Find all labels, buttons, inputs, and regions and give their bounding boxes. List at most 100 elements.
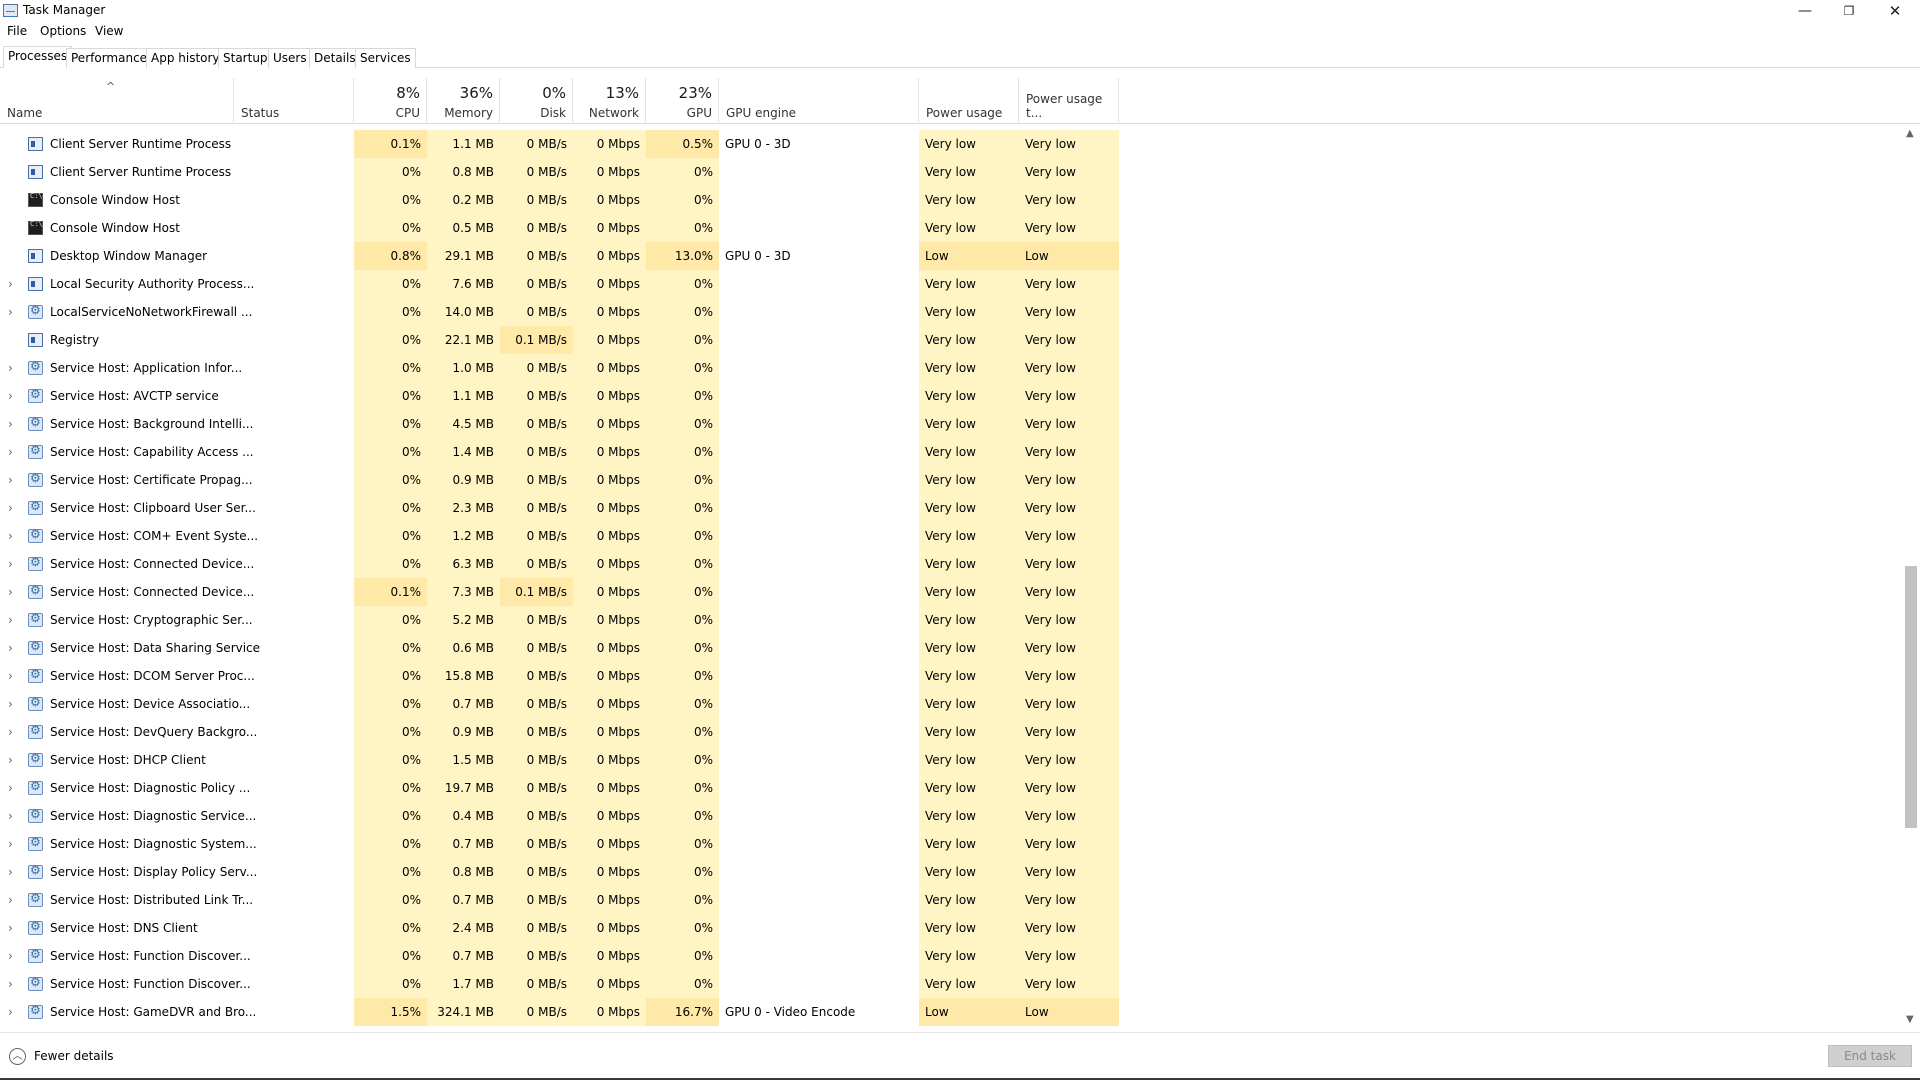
expand-chevron-icon[interactable]: › <box>8 410 13 438</box>
expand-chevron-icon[interactable]: › <box>8 746 13 774</box>
minimize-button[interactable]: — <box>1782 0 1828 22</box>
fewer-details-link[interactable]: Fewer details <box>34 1049 114 1063</box>
table-row[interactable]: ›Service Host: Function Discover...0%1.7… <box>0 970 1902 998</box>
tab-startup[interactable]: Startup <box>218 48 273 68</box>
table-row[interactable]: ›Service Host: AVCTP service0%1.1 MB0 MB… <box>0 382 1902 410</box>
column-cpu[interactable]: 8% CPU <box>354 78 427 124</box>
restore-button[interactable]: ❐ <box>1826 0 1872 22</box>
menu-options[interactable]: Options <box>40 24 86 38</box>
table-row[interactable]: ›Service Host: DCOM Server Proc...0%15.8… <box>0 662 1902 690</box>
expand-chevron-icon[interactable]: › <box>8 298 13 326</box>
expand-chevron-icon[interactable]: › <box>8 438 13 466</box>
table-row[interactable]: ›Service Host: DHCP Client0%1.5 MB0 MB/s… <box>0 746 1902 774</box>
close-button[interactable]: ✕ <box>1872 0 1918 22</box>
table-row[interactable]: Console Window Host0%0.2 MB0 MB/s0 Mbps0… <box>0 186 1902 214</box>
column-status[interactable]: Status <box>234 78 354 124</box>
expand-chevron-icon[interactable]: › <box>8 858 13 886</box>
table-row[interactable]: Client Server Runtime Process 0% 0.8 MB 0 M… <box>0 158 1902 186</box>
expand-chevron-icon[interactable]: › <box>8 942 13 970</box>
expand-chevron-icon[interactable]: › <box>8 774 13 802</box>
cell-power-trend: Very low <box>1019 802 1119 830</box>
expand-chevron-icon[interactable]: › <box>8 970 13 998</box>
table-row[interactable]: ›Service Host: Diagnostic System...0%0.7… <box>0 830 1902 858</box>
table-row[interactable]: ›Service Host: Function Discover...0%0.7… <box>0 942 1902 970</box>
table-row[interactable]: Desktop Window Manager 0.8% 29.1 MB 0 MB/s 0… <box>0 242 1902 270</box>
table-row[interactable]: ›Service Host: Connected Device...0%6.3 … <box>0 550 1902 578</box>
table-row[interactable]: ›Service Host: Device Associatio...0%0.7… <box>0 690 1902 718</box>
table-row[interactable]: ›Service Host: Data Sharing Service0%0.6… <box>0 634 1902 662</box>
expand-chevron-icon[interactable]: › <box>8 886 13 914</box>
table-row[interactable]: ›Service Host: Certificate Propag...0%0.… <box>0 466 1902 494</box>
table-row[interactable]: › Service Host: Connected Device... 0.1%7.… <box>0 578 1902 606</box>
expand-chevron-icon[interactable]: › <box>8 830 13 858</box>
expand-chevron-icon[interactable]: › <box>8 662 13 690</box>
cell-network: 0 Mbps <box>573 550 646 578</box>
menu-file[interactable]: File <box>7 24 27 38</box>
table-row[interactable]: Registry 0% 22.1 MB 0.1 MB/s 0 Mbps 0% Very lo… <box>0 326 1902 354</box>
expand-chevron-icon[interactable]: › <box>8 522 13 550</box>
tab-services[interactable]: Services <box>355 48 416 68</box>
table-row[interactable]: ›Service Host: Application Infor...0%1.0… <box>0 354 1902 382</box>
tab-users[interactable]: Users <box>268 48 312 68</box>
column-name[interactable]: ^ Name <box>0 78 234 124</box>
table-row[interactable]: ›Service Host: DNS Client0%2.4 MB0 MB/s0… <box>0 914 1902 942</box>
table-row[interactable]: ›Service Host: Clipboard User Ser...0%2.… <box>0 494 1902 522</box>
tab-details[interactable]: Details <box>309 48 361 68</box>
end-task-button[interactable]: End task <box>1828 1045 1912 1067</box>
scroll-thumb[interactable] <box>1905 566 1917 828</box>
table-row[interactable]: ›Service Host: Distributed Link Tr...0%0… <box>0 886 1902 914</box>
cell-gpu: 16.7% <box>646 998 719 1026</box>
cell-power-trend: Very low <box>1019 522 1119 550</box>
expand-chevron-icon[interactable]: › <box>8 578 13 606</box>
vertical-scrollbar[interactable]: ▲ ▼ <box>1902 124 1920 1030</box>
table-row[interactable]: Client Server Runtime Process 0.1% 1.1 MB 0… <box>0 130 1902 158</box>
table-row[interactable]: ›Service Host: Cryptographic Ser...0%5.2… <box>0 606 1902 634</box>
table-row[interactable]: ›Service Host: Diagnostic Policy ...0%19… <box>0 774 1902 802</box>
column-gpu-engine[interactable]: GPU engine <box>719 78 919 124</box>
cell-memory: 5.2 MB <box>427 606 500 634</box>
expand-chevron-icon[interactable]: › <box>8 494 13 522</box>
expand-chevron-icon[interactable]: › <box>8 606 13 634</box>
process-name: Service Host: Connected Device... <box>50 557 255 571</box>
column-gpu[interactable]: 23% GPU <box>646 78 719 124</box>
column-power-usage[interactable]: Power usage <box>919 78 1019 124</box>
expand-chevron-icon[interactable]: › <box>8 354 13 382</box>
table-row[interactable]: ›Service Host: DevQuery Backgro...0%0.9 … <box>0 718 1902 746</box>
table-row[interactable]: ›Service Host: Background Intelli...0%4.… <box>0 410 1902 438</box>
scroll-up-arrow-icon[interactable]: ▲ <box>1906 128 1914 139</box>
table-row[interactable]: Console Window Host0%0.5 MB0 MB/s0 Mbps0… <box>0 214 1902 242</box>
tab-app-history[interactable]: App history <box>146 48 225 68</box>
table-row[interactable]: › Local Security Authority Process... 0% 7.… <box>0 270 1902 298</box>
expand-chevron-icon[interactable]: › <box>8 466 13 494</box>
cell-memory: 7.3 MB <box>427 578 500 606</box>
column-power-usage-trend[interactable]: Power usage t... <box>1019 78 1119 124</box>
cell-gpu: 0% <box>646 886 719 914</box>
table-row[interactable]: › Service Host: GameDVR and Bro... 1.5%324… <box>0 998 1902 1026</box>
table-row[interactable]: ›Service Host: Capability Access ...0%1.… <box>0 438 1902 466</box>
expand-chevron-icon[interactable]: › <box>8 802 13 830</box>
expand-chevron-icon[interactable]: › <box>8 634 13 662</box>
process-name: Service Host: Data Sharing Service <box>50 641 261 655</box>
table-row[interactable]: ›LocalServiceNoNetworkFirewall ...0%14.0… <box>0 298 1902 326</box>
expand-chevron-icon[interactable]: › <box>8 690 13 718</box>
scroll-down-arrow-icon[interactable]: ▼ <box>1906 1014 1914 1025</box>
tab-processes[interactable]: Processes <box>3 46 73 68</box>
column-memory[interactable]: 36% Memory <box>427 78 500 124</box>
table-row[interactable]: ›Service Host: Display Policy Serv...0%0… <box>0 858 1902 886</box>
column-network[interactable]: 13% Network <box>573 78 646 124</box>
expand-chevron-icon[interactable]: › <box>8 270 13 298</box>
expand-chevron-icon[interactable]: › <box>8 998 13 1026</box>
expand-chevron-icon[interactable]: › <box>8 550 13 578</box>
chevron-up-icon[interactable]: ︿ <box>9 1048 26 1065</box>
expand-chevron-icon[interactable]: › <box>8 382 13 410</box>
menu-view[interactable]: View <box>95 24 123 38</box>
expand-chevron-icon[interactable]: › <box>8 914 13 942</box>
tab-performance[interactable]: Performance <box>66 48 153 68</box>
cell-power: Very low <box>919 158 1019 186</box>
cell-gpu-engine <box>719 970 919 998</box>
console-icon <box>28 220 43 235</box>
column-disk[interactable]: 0% Disk <box>500 78 573 124</box>
expand-chevron-icon[interactable]: › <box>8 718 13 746</box>
table-row[interactable]: ›Service Host: COM+ Event Syste...0%1.2 … <box>0 522 1902 550</box>
table-row[interactable]: ›Service Host: Diagnostic Service...0%0.… <box>0 802 1902 830</box>
